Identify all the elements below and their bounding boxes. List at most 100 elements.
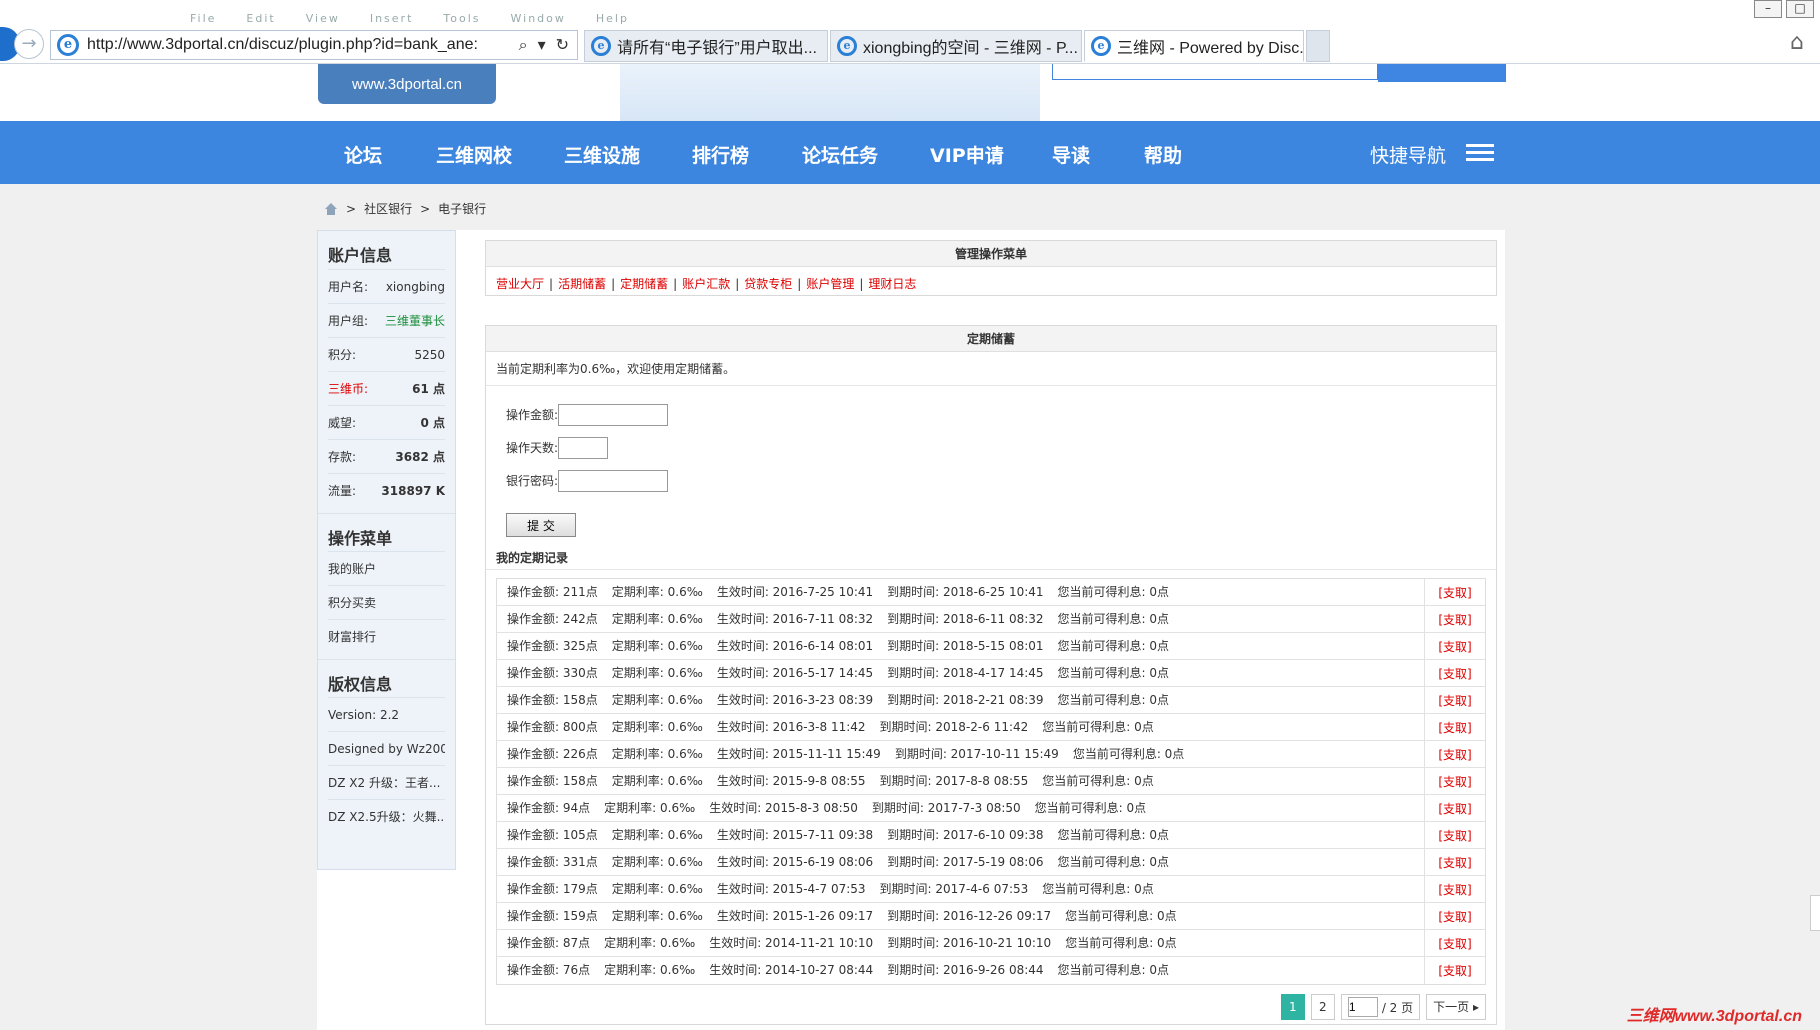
withdraw-link[interactable]: [支取] <box>1425 584 1485 601</box>
record-interest: 您当前可得利息: 0点 <box>1057 584 1170 599</box>
nav-item[interactable]: 排行榜 <box>692 141 749 168</box>
ops-menu-link[interactable]: 账户管理 <box>806 277 854 291</box>
nav-item[interactable]: 三维设施 <box>564 141 640 168</box>
deposit-title: 定期储蓄 <box>486 326 1496 352</box>
ops-menu-link[interactable]: 贷款专柜 <box>744 277 792 291</box>
page-1-button[interactable]: 1 <box>1280 994 1305 1020</box>
home-icon[interactable]: ⌂ <box>1790 30 1804 55</box>
account-row: 三维币: 61 点 <box>328 371 445 405</box>
quick-nav-link[interactable]: 快捷导航 <box>1370 141 1446 168</box>
nav-item[interactable]: VIP申请 <box>930 141 1004 168</box>
ops-menu-link[interactable]: 营业大厅 <box>496 277 544 291</box>
browser-tab-active[interactable]: e 三维网 - Powered by Disc... ✕ <box>1084 30 1304 62</box>
nav-item[interactable]: 帮助 <box>1144 141 1182 168</box>
minimize-icon[interactable]: – <box>1754 0 1782 18</box>
withdraw-link[interactable]: [支取] <box>1425 854 1485 871</box>
withdraw-link[interactable]: [支取] <box>1425 665 1485 682</box>
browser-tab[interactable]: e 请所有“电子银行”用户取出... <box>584 30 828 62</box>
record-end: 到期时间: 2018-6-25 10:41 <box>887 584 1044 599</box>
ghost-menu-item: Tools <box>443 12 481 25</box>
days-input[interactable] <box>558 436 609 459</box>
record-rate: 定期利率: 0.6‰ <box>604 935 696 950</box>
ghost-menu-item: File <box>190 12 217 25</box>
record-end: 到期时间: 2017-6-10 09:38 <box>887 827 1044 842</box>
tab-label: xiongbing的空间 - 三维网 - P... <box>863 40 1078 57</box>
site-logo[interactable]: www.3dportal.cn <box>318 64 496 104</box>
address-url[interactable]: http://www.3dportal.cn/discuz/plugin.php… <box>87 36 497 54</box>
password-input[interactable] <box>558 469 669 492</box>
amount-label: 操作金额: <box>506 408 559 422</box>
breadcrumb-item[interactable]: 社区银行 <box>364 200 412 217</box>
next-page-button[interactable]: 下一页 ▸ <box>1426 994 1486 1020</box>
withdraw-link[interactable]: [支取] <box>1425 692 1485 709</box>
record-details: 操作金额: 76点 定期利率: 0.6‰ 生效时间: 2014-10-27 08:4… <box>497 957 1425 984</box>
breadcrumb-item[interactable]: 电子银行 <box>438 200 486 217</box>
forward-button[interactable]: → <box>14 29 44 59</box>
record-start: 生效时间: 2015-7-11 09:38 <box>716 827 874 842</box>
nav-item[interactable]: 论坛任务 <box>802 141 878 168</box>
sidebar-menu-item[interactable]: 财富排行 <box>328 619 445 653</box>
sidebar-menu-item[interactable]: 积分买卖 <box>328 585 445 619</box>
record-interest: 您当前可得利息: 0点 <box>1042 719 1154 734</box>
refresh-icon[interactable]: ↻ <box>556 35 569 55</box>
withdraw-link[interactable]: [支取] <box>1425 719 1485 736</box>
withdraw-link[interactable]: [支取] <box>1425 611 1485 628</box>
account-key: 威望: <box>328 416 357 430</box>
ops-menu-link[interactable]: 定期储蓄 <box>620 277 668 291</box>
new-tab-button[interactable] <box>1306 30 1330 62</box>
record-amount: 操作金额: 325点 <box>507 638 598 653</box>
copyright-line: Version: 2.2 <box>328 697 445 731</box>
rate-text: 当前定期利率为0.6‰，欢迎使用定期储蓄。 <box>486 352 1496 386</box>
maximize-icon[interactable]: □ <box>1786 0 1814 18</box>
withdraw-link[interactable]: [支取] <box>1425 638 1485 655</box>
amount-input[interactable] <box>558 403 669 426</box>
withdraw-link[interactable]: [支取] <box>1425 746 1485 763</box>
record-start: 生效时间: 2016-6-14 08:01 <box>716 638 874 653</box>
site-search-input[interactable] <box>1052 64 1378 80</box>
record-rate: 定期利率: 0.6‰ <box>611 746 703 761</box>
address-bar[interactable]: e http://www.3dportal.cn/discuz/plugin.p… <box>50 30 578 60</box>
withdraw-link[interactable]: [支取] <box>1425 908 1485 925</box>
withdraw-link[interactable]: [支取] <box>1425 773 1485 790</box>
record-amount: 操作金额: 211点 <box>507 584 598 599</box>
browser-tab[interactable]: e xiongbing的空间 - 三维网 - P... <box>830 30 1082 62</box>
withdraw-link[interactable]: [支取] <box>1425 827 1485 844</box>
nav-item[interactable]: 导读 <box>1052 141 1090 168</box>
page-jump-input[interactable] <box>1347 997 1378 1017</box>
table-row: 操作金额: 179点 定期利率: 0.6‰ 生效时间: 2015-4-7 07:53… <box>497 875 1485 903</box>
search-icon[interactable]: ⌕ <box>519 35 528 55</box>
ghost-menu-item: View <box>305 12 340 25</box>
withdraw-link[interactable]: [支取] <box>1425 800 1485 817</box>
ops-menu-link[interactable]: 理财日志 <box>868 277 916 291</box>
nav-item[interactable]: 论坛 <box>344 141 382 168</box>
record-rate: 定期利率: 0.6‰ <box>611 854 703 869</box>
nav-item[interactable]: 三维网校 <box>436 141 512 168</box>
list-icon[interactable] <box>1466 144 1494 162</box>
record-details: 操作金额: 800点 定期利率: 0.6‰ 生效时间: 2016-3-8 11:42… <box>497 713 1425 741</box>
ops-separator: | <box>859 277 864 291</box>
dropdown-icon[interactable]: ▾ <box>538 35 546 55</box>
record-end: 到期时间: 2017-8-8 08:55 <box>879 773 1029 788</box>
sidebar-menu-item[interactable]: 我的账户 <box>328 551 445 585</box>
table-row: 操作金额: 158点 定期利率: 0.6‰ 生效时间: 2015-9-8 08:55… <box>497 767 1485 795</box>
ops-menu-link[interactable]: 账户汇款 <box>682 277 730 291</box>
ops-menu-link[interactable]: 活期储蓄 <box>558 277 606 291</box>
record-start: 生效时间: 2016-5-17 14:45 <box>716 665 874 680</box>
record-amount: 操作金额: 179点 <box>507 881 598 896</box>
withdraw-link[interactable]: [支取] <box>1425 935 1485 952</box>
withdraw-link[interactable]: [支取] <box>1425 962 1485 979</box>
submit-button[interactable]: 提 交 <box>506 513 576 537</box>
record-amount: 操作金额: 76点 <box>507 963 591 977</box>
page-2-button[interactable]: 2 <box>1310 994 1335 1020</box>
account-row: 积分: 5250 <box>328 337 445 371</box>
account-row: 用户名: xiongbing <box>328 269 445 303</box>
record-details: 操作金额: 94点 定期利率: 0.6‰ 生效时间: 2015-8-3 08:50 到… <box>497 794 1425 822</box>
ie-icon: e <box>57 34 79 56</box>
scroll-handle[interactable] <box>1810 895 1820 931</box>
withdraw-link[interactable]: [支取] <box>1425 881 1485 898</box>
account-key: 积分: <box>328 348 357 362</box>
home-icon[interactable] <box>324 202 338 215</box>
record-details: 操作金额: 159点 定期利率: 0.6‰ 生效时间: 2015-1-26 09:1… <box>497 902 1425 930</box>
site-search-button[interactable] <box>1378 64 1506 82</box>
record-end: 到期时间: 2017-5-19 08:06 <box>887 854 1044 869</box>
